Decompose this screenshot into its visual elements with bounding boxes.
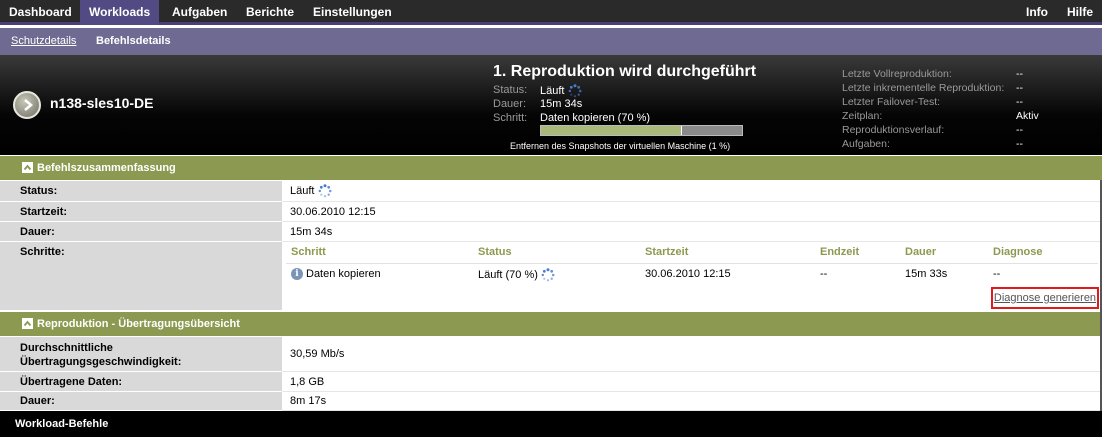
steps-col-diagnose[interactable]: Diagnose	[993, 246, 1043, 258]
summary-dauer-value: 15m 34s	[282, 222, 1102, 242]
history-value: --	[1016, 124, 1023, 136]
summary-schritte-label: Schritte:	[0, 242, 282, 311]
status-label: Status:	[493, 84, 528, 96]
dauer-label: Dauer:	[493, 98, 527, 110]
collapse-icon[interactable]	[22, 162, 33, 173]
summary-start-value: 30.06.2010 12:15	[282, 202, 1102, 222]
substep-text: Entfernen des Snapshots der virtuellen M…	[510, 141, 731, 151]
spinner-icon	[568, 84, 582, 98]
section-title: Reproduktion - Übertragungsübersicht	[37, 318, 240, 330]
steps-col-endzeit[interactable]: Endzeit	[820, 246, 859, 258]
history-label: Reproduktionsverlauf:	[842, 124, 945, 136]
workload-name: n138-sles10-DE	[50, 95, 154, 111]
progress-bar	[540, 125, 743, 136]
section-title: Befehlszusammenfassung	[37, 162, 176, 174]
step-endzeit: --	[820, 268, 828, 280]
steps-col-startzeit[interactable]: Startzeit	[645, 246, 688, 258]
last-full-label: Letzte Vollreproduktion:	[842, 68, 952, 80]
schritt-value: Daten kopieren (70 %)	[540, 112, 651, 124]
summary-status-value: Läuft	[282, 181, 1102, 202]
job-title: 1. Reproduktion wird durchgeführt	[493, 63, 757, 80]
last-failover-value: --	[1016, 96, 1023, 108]
table-row: i Daten kopieren	[291, 268, 381, 281]
collapse-icon[interactable]	[22, 318, 33, 329]
spinner-icon	[541, 268, 555, 282]
section-command-summary[interactable]: Befehlszusammenfassung	[0, 156, 1102, 180]
steps-divider	[286, 263, 1098, 264]
last-full-value: --	[1016, 68, 1023, 80]
summary-status-label: Status:	[0, 181, 282, 202]
status-value: Läuft	[540, 84, 582, 98]
nav-hilfe[interactable]: Hilfe	[1058, 0, 1102, 25]
nav-aufgaben[interactable]: Aufgaben	[163, 0, 236, 25]
nav-info[interactable]: Info	[1017, 0, 1057, 25]
transfer-data-value: 1,8 GB	[282, 372, 1102, 392]
schritt-label: Schritt:	[493, 112, 528, 124]
workload-header: n138-sles10-DE 1. Reproduktion wird durc…	[0, 55, 1102, 155]
schedule-value: Aktiv	[1016, 110, 1039, 122]
steps-col-dauer[interactable]: Dauer	[905, 246, 936, 258]
spinner-icon	[318, 184, 332, 198]
transfer-speed-label: Durchschnittliche Übertragungsgeschwindi…	[0, 337, 282, 372]
dauer-value: 15m 34s	[540, 98, 583, 110]
steps-col-status[interactable]: Status	[478, 246, 512, 258]
info-icon[interactable]: i	[291, 268, 303, 281]
step-dauer: 15m 33s	[905, 268, 948, 280]
last-incremental-label: Letzte inkrementelle Reproduktion:	[842, 82, 1005, 94]
progress-fill	[541, 126, 682, 135]
subnav-befehlsdetails[interactable]: Befehlsdetails	[96, 28, 171, 55]
workload-commands-bar[interactable]: Workload-Befehle	[0, 411, 1102, 437]
tasks-value: --	[1016, 138, 1023, 150]
nav-einstellungen[interactable]: Einstellungen	[304, 0, 401, 25]
step-status: Läuft (70 %)	[478, 268, 555, 282]
section-transfer-overview[interactable]: Reproduktion - Übertragungsübersicht	[0, 312, 1102, 336]
transfer-speed-value: 30,59 Mb/s	[282, 337, 1102, 372]
transfer-dauer-value: 8m 17s	[282, 392, 1102, 411]
steps-col-schritt[interactable]: Schritt	[291, 246, 326, 258]
last-incremental-value: --	[1016, 82, 1023, 94]
nav-dashboard[interactable]: Dashboard	[0, 0, 81, 25]
workload-arrow-icon[interactable]	[13, 91, 41, 119]
summary-start-label: Startzeit:	[0, 202, 282, 222]
nav-berichte[interactable]: Berichte	[237, 0, 303, 25]
summary-dauer-label: Dauer:	[0, 222, 282, 242]
nav-workloads[interactable]: Workloads	[80, 0, 160, 25]
last-failover-label: Letzter Failover-Test:	[842, 96, 941, 108]
tasks-label: Aufgaben:	[842, 138, 890, 150]
generate-diagnostics-link[interactable]: Diagnose generieren	[991, 287, 1099, 309]
sub-navigation: Schutzdetails Befehlsdetails	[0, 28, 1102, 55]
schedule-label: Zeitplan:	[842, 110, 883, 122]
top-navigation: Dashboard Workloads Aufgaben Berichte Ei…	[0, 0, 1102, 25]
step-startzeit: 30.06.2010 12:15	[645, 268, 731, 280]
transfer-dauer-label: Dauer:	[0, 392, 282, 411]
subnav-schutzdetails[interactable]: Schutzdetails	[11, 28, 76, 55]
transfer-data-label: Übertragene Daten:	[0, 372, 282, 392]
step-diagnose: --	[993, 268, 1001, 280]
